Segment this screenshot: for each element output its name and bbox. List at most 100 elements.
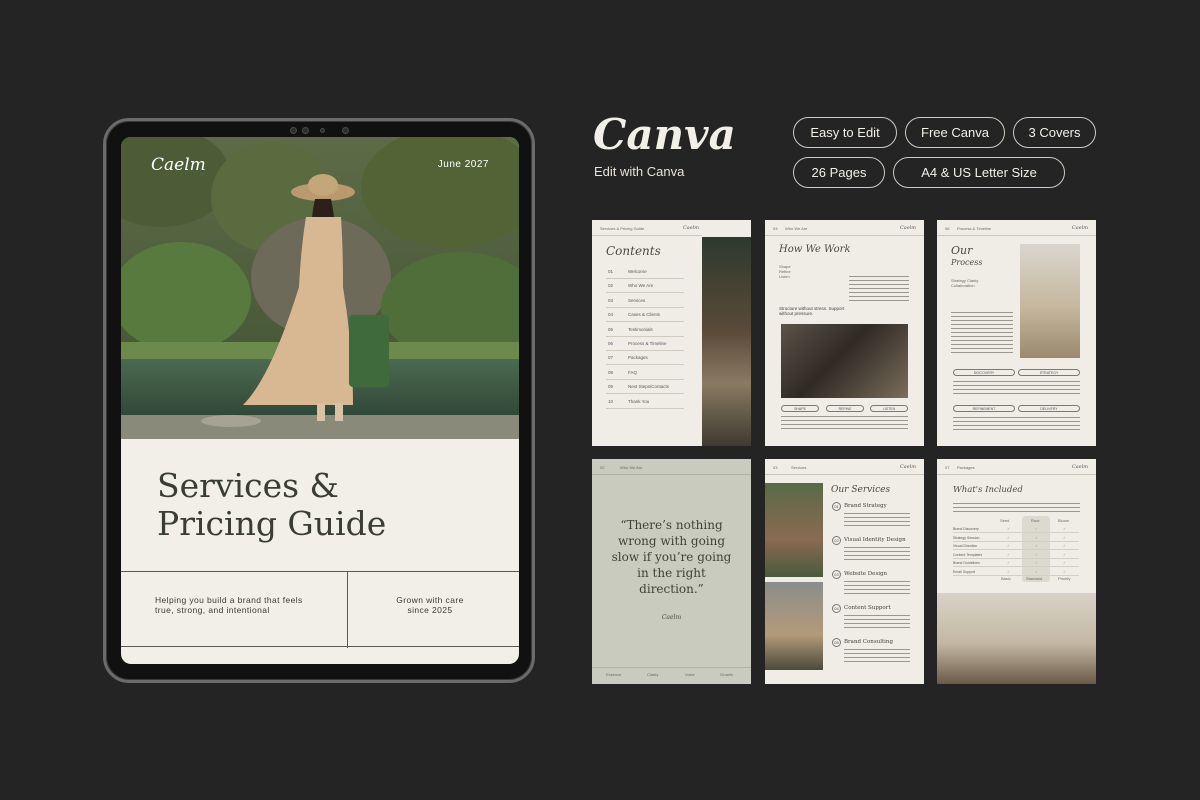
check-icon: ✓ — [1007, 561, 1010, 566]
service-name: Website Design — [844, 571, 888, 577]
footer-priority: Priority — [1058, 576, 1071, 581]
page-quote: 02 Who We Are “There’s nothing wrong wit… — [592, 459, 751, 684]
contents-item-num: 09 — [608, 384, 614, 390]
brand-logo: Canva — [593, 110, 736, 159]
cover-title-line2: Pricing Guide — [157, 504, 387, 543]
pill-free-canva: Free Canva — [905, 117, 1005, 148]
page-contents: Services & Pricing Guide Caelm Contents … — [592, 220, 751, 446]
quote-text: “There’s nothing wrong with going slow i… — [611, 518, 732, 596]
header-rule — [765, 235, 924, 236]
contents-item-num: 03 — [608, 297, 614, 303]
table-row-label: Brand Discovery — [953, 527, 979, 531]
table-row-label: Visual Direction — [953, 544, 978, 549]
contents-item-num: 02 — [608, 283, 614, 289]
header-rule — [937, 474, 1096, 475]
how-we-work-tagline: Structure without stress. Support withou… — [779, 306, 845, 316]
contents-item: 08 FAQ — [606, 367, 684, 380]
check-icon: ✓ — [1063, 570, 1066, 574]
table-row-label: Email Support — [953, 570, 975, 574]
hands-photo — [1020, 244, 1080, 358]
office-photo — [937, 593, 1096, 684]
check-icon: ✓ — [1007, 544, 1010, 549]
check-icon: ✓ — [1035, 544, 1038, 549]
process-title-line1: Our — [951, 244, 973, 257]
body-text — [951, 312, 1013, 356]
process-title-line2: Process — [951, 258, 983, 267]
service-num: 05 — [832, 638, 841, 647]
services-title: Our Services — [831, 485, 891, 495]
how-we-work-title: How We Work — [779, 244, 851, 255]
cover-footer-left: Helping you build a brand that feels tru… — [155, 595, 303, 615]
header-rule — [592, 474, 751, 475]
pill-delivery: DELIVERY — [1018, 405, 1080, 412]
contents-item-label: Next Steps/Contacts — [628, 384, 670, 390]
service-num: 03 — [832, 570, 841, 579]
quote-logo: Caelm — [661, 614, 682, 621]
check-icon: ✓ — [1007, 552, 1010, 557]
page-logo: Caelm — [1071, 464, 1088, 470]
page-header: Services — [791, 465, 807, 470]
page-num: 03 — [773, 465, 778, 470]
page-whats-included: 07 Packages Caelm What's Included Seed R… — [937, 459, 1096, 684]
column-root: Root — [1031, 518, 1040, 523]
cover-title-line1: Services & — [157, 466, 339, 505]
pill-refinement: REFINEMENT — [953, 405, 1015, 412]
contents-item: 04 Cases & Clients — [606, 309, 684, 323]
footer-clarity: Clarity — [647, 672, 659, 677]
cover-page: Caelm June 2027 Services & Pricing Guide… — [121, 137, 519, 664]
body-text — [953, 381, 1080, 397]
contents-item-num: 10 — [608, 398, 614, 404]
check-icon: ✓ — [1035, 570, 1038, 574]
service-name: Brand Strategy — [844, 503, 887, 509]
page-how-we-work: 03 Who We Are Caelm How We Work Shape Re… — [765, 220, 924, 446]
footer-basic: Basic — [1001, 576, 1011, 581]
pill-strategy: STRATEGY — [1018, 369, 1080, 376]
body-text — [844, 581, 910, 596]
pill-3-covers: 3 Covers — [1013, 117, 1096, 148]
service-num: 04 — [832, 604, 841, 613]
table-row: Content Templates ✓ ✓ ✓ — [953, 551, 1079, 559]
tablet-mockup: Caelm June 2027 Services & Pricing Guide… — [103, 118, 535, 683]
contents-item-num: 05 — [608, 326, 614, 332]
contents-item-num: 06 — [608, 341, 614, 346]
camera-dot — [290, 127, 297, 134]
body-text — [849, 276, 909, 302]
page-header: Services & Pricing Guide — [600, 226, 645, 231]
body-text — [844, 547, 910, 562]
check-icon: ✓ — [1063, 527, 1066, 531]
cover-photo: Caelm June 2027 — [121, 137, 519, 439]
camera-dot — [342, 127, 349, 134]
cover-footer-divider — [347, 572, 348, 648]
body-text — [953, 503, 1080, 513]
cover-title: Services & Pricing Guide — [157, 467, 386, 543]
service-name: Content Support — [844, 605, 891, 611]
contents-item-label: Cases & Clients — [628, 312, 661, 318]
camera-dot — [302, 127, 309, 134]
contents-item-label: Packages — [628, 355, 648, 361]
footer-growth: Growth — [720, 672, 733, 677]
header-rule — [937, 235, 1096, 236]
service-name: Visual Identity Design — [844, 537, 906, 543]
page-logo: Caelm — [1071, 225, 1088, 231]
service-name: Brand Consulting — [844, 639, 893, 645]
page-header: Who We Are — [785, 226, 808, 231]
brand-subtitle: Edit with Canva — [594, 164, 685, 179]
body-text — [781, 416, 908, 430]
table-row: Email Support ✓ ✓ ✓ — [953, 568, 1079, 576]
how-we-work-list: Shape Refine Listen — [779, 264, 791, 279]
contents-item: 05 Testimonials — [606, 324, 684, 337]
table-row-label: Strategy Session — [953, 535, 980, 540]
check-icon: ✓ — [1007, 570, 1010, 574]
books-photo — [702, 237, 751, 446]
contents-item: 01 Welcome — [606, 266, 684, 279]
page-header: Who We Are — [620, 465, 643, 470]
contents-item: 02 Who We Are — [606, 280, 684, 294]
header-rule — [765, 474, 924, 475]
page-process: 06 Process & Timeline Caelm Our Process … — [937, 220, 1096, 446]
header-rule — [592, 235, 702, 236]
page-logo: Caelm — [899, 464, 916, 470]
process-list: Strategy Clarity Collaboration — [951, 278, 979, 288]
contents-item: 07 Packages — [606, 352, 684, 366]
cover-footer-right: Grown with care since 2025 — [396, 595, 464, 615]
contents-item-label: FAQ — [628, 369, 638, 375]
